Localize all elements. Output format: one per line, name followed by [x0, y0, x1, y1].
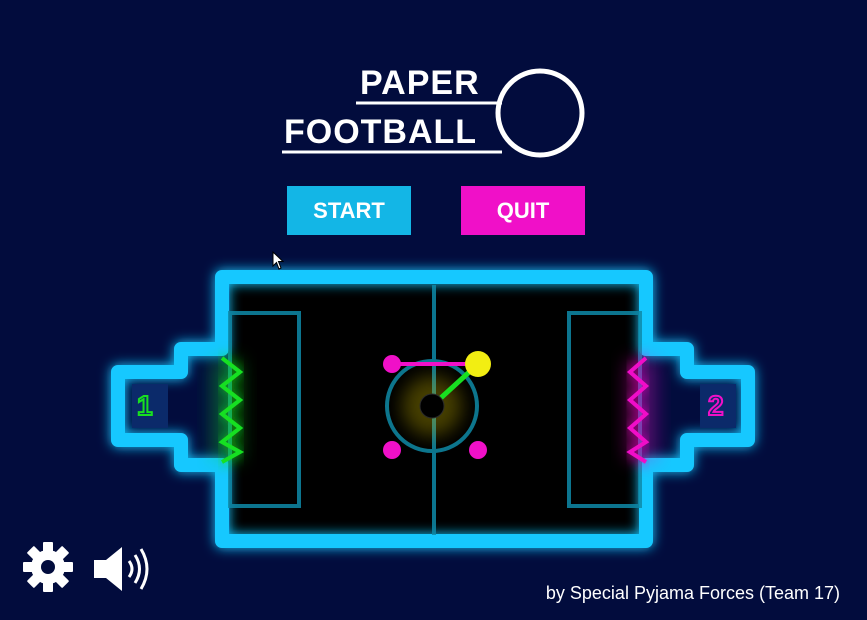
opponent-dot	[383, 441, 401, 459]
football-field	[111, 270, 755, 548]
goal-label-player1: 1	[136, 390, 154, 421]
goal-label-player2: 2	[707, 390, 725, 421]
mouse-cursor-icon	[272, 251, 285, 270]
opponent-dot	[469, 441, 487, 459]
ball-dot	[465, 351, 491, 377]
speaker-icon[interactable]	[92, 544, 156, 594]
opponent-dot	[383, 355, 401, 373]
kickoff-dot	[419, 393, 445, 419]
credits-text: by Special Pyjama Forces (Team 17)	[545, 583, 840, 603]
gear-icon[interactable]	[22, 541, 74, 593]
